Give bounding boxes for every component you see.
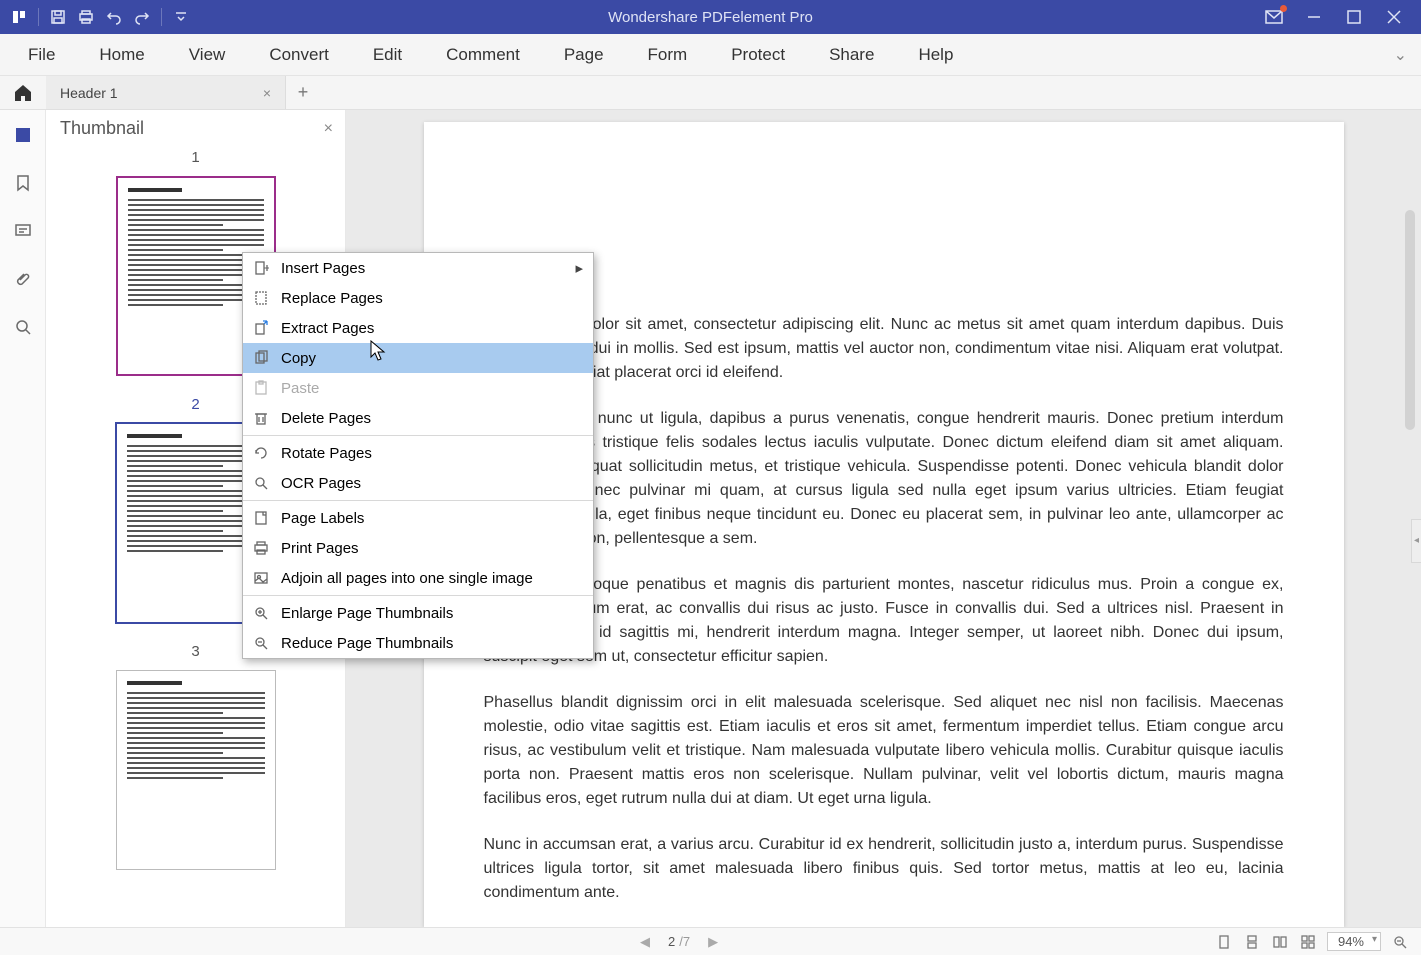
- ctx-extract-pages[interactable]: Extract Pages: [243, 313, 593, 343]
- replace-pages-icon: [251, 288, 271, 308]
- close-icon[interactable]: [1385, 8, 1403, 26]
- quick-access-dropdown-icon[interactable]: [172, 8, 190, 26]
- bookmarks-panel-icon[interactable]: [12, 172, 34, 194]
- document-paragraph: Nunc in accumsan erat, a varius arcu. Cu…: [484, 833, 1284, 905]
- thumbnail-page-3[interactable]: 3: [46, 643, 345, 870]
- document-tab[interactable]: Header 1 ×: [46, 76, 286, 109]
- zoom-out-icon[interactable]: [1391, 933, 1409, 951]
- ctx-reduce-thumbnails[interactable]: Reduce Page Thumbnails: [243, 628, 593, 658]
- total-pages: /7: [679, 934, 690, 949]
- ctx-copy[interactable]: Copy: [243, 343, 593, 373]
- document-tabs: Header 1 × +: [0, 76, 1421, 110]
- comments-panel-icon[interactable]: [12, 220, 34, 242]
- attachments-panel-icon[interactable]: [12, 268, 34, 290]
- status-bar: ◀ 2 /7 ▶ 94%: [0, 927, 1421, 955]
- document-paragraph: Lorem ipsum dolor sit amet, consectetur …: [484, 313, 1284, 385]
- thumbnail-panel-title: Thumbnail: [60, 118, 144, 139]
- ctx-enlarge-thumbnails[interactable]: Enlarge Page Thumbnails: [243, 598, 593, 628]
- multi-page-view-icon[interactable]: [1299, 933, 1317, 951]
- menu-page[interactable]: Page: [542, 45, 626, 65]
- title-bar: Wondershare PDFelement Pro: [0, 0, 1421, 34]
- menu-comment[interactable]: Comment: [424, 45, 542, 65]
- menu-protect[interactable]: Protect: [709, 45, 807, 65]
- separator: [161, 8, 162, 26]
- tab-title: Header 1: [60, 85, 118, 101]
- continuous-view-icon[interactable]: [1243, 933, 1261, 951]
- thumbnail-page-number: 2: [191, 396, 199, 413]
- undo-icon[interactable]: [105, 8, 123, 26]
- save-icon[interactable]: [49, 8, 67, 26]
- menu-help[interactable]: Help: [896, 45, 975, 65]
- print-icon[interactable]: [77, 8, 95, 26]
- two-page-view-icon[interactable]: [1271, 933, 1289, 951]
- left-rail: [0, 110, 46, 927]
- app-logo-icon: [10, 8, 28, 26]
- redo-icon[interactable]: [133, 8, 151, 26]
- separator: [243, 595, 593, 596]
- page-labels-icon: [251, 508, 271, 528]
- thumbnail-context-menu: Insert Pages ▸ Replace Pages Extract Pag…: [242, 252, 594, 659]
- separator: [38, 8, 39, 26]
- document-paragraph: Orci varius natoque penatibus et magnis …: [484, 573, 1284, 669]
- extract-pages-icon: [251, 318, 271, 338]
- menu-form[interactable]: Form: [626, 45, 710, 65]
- copy-icon: [251, 348, 271, 368]
- menu-home[interactable]: Home: [77, 45, 166, 65]
- ctx-delete-pages[interactable]: Delete Pages: [243, 403, 593, 433]
- submenu-arrow-icon: ▸: [575, 259, 583, 277]
- menu-edit[interactable]: Edit: [351, 45, 424, 65]
- ctx-print-pages[interactable]: Print Pages: [243, 533, 593, 563]
- prev-page-icon[interactable]: ◀: [640, 934, 650, 950]
- separator: [243, 500, 593, 501]
- document-scrollbar[interactable]: [1405, 210, 1415, 430]
- single-page-view-icon[interactable]: [1215, 933, 1233, 951]
- ctx-insert-pages[interactable]: Insert Pages ▸: [243, 253, 593, 283]
- ctx-ocr-pages[interactable]: OCR Pages: [243, 468, 593, 498]
- document-heading: Header 2: [484, 262, 1284, 293]
- zoom-in-icon: [251, 603, 271, 623]
- thumbnail-page-number: 1: [191, 149, 199, 166]
- thumbnail-panel-close-icon[interactable]: ×: [324, 120, 333, 138]
- paste-icon: [251, 378, 271, 398]
- notifications-icon[interactable]: [1265, 8, 1283, 26]
- document-paragraph: Morbi faucibus nunc ut ligula, dapibus a…: [484, 407, 1284, 551]
- zoom-level[interactable]: 94%: [1327, 932, 1381, 951]
- menu-file[interactable]: File: [6, 45, 77, 65]
- maximize-icon[interactable]: [1345, 8, 1363, 26]
- ocr-icon: [251, 473, 271, 493]
- ctx-paste: Paste: [243, 373, 593, 403]
- app-title: Wondershare PDFelement Pro: [608, 9, 813, 26]
- thumbnails-panel-icon[interactable]: [12, 124, 34, 146]
- home-tab-icon[interactable]: [0, 83, 46, 103]
- ctx-rotate-pages[interactable]: Rotate Pages: [243, 438, 593, 468]
- menu-bar: File Home View Convert Edit Comment Page…: [0, 34, 1421, 76]
- separator: [243, 435, 593, 436]
- print-pages-icon: [251, 538, 271, 558]
- tab-close-icon[interactable]: ×: [263, 85, 271, 101]
- page-navigator: ◀ 2 /7 ▶: [640, 934, 718, 950]
- current-page-input[interactable]: 2: [668, 934, 675, 949]
- ctx-adjoin-pages[interactable]: Adjoin all pages into one single image: [243, 563, 593, 593]
- minimize-icon[interactable]: [1305, 8, 1323, 26]
- adjoin-icon: [251, 568, 271, 588]
- search-panel-icon[interactable]: [12, 316, 34, 338]
- ribbon-collapse-icon[interactable]: ⌄: [1394, 45, 1407, 65]
- right-panel-expand-icon[interactable]: ◂: [1411, 519, 1421, 563]
- ctx-page-labels[interactable]: Page Labels: [243, 503, 593, 533]
- insert-pages-icon: [251, 258, 271, 278]
- next-page-icon[interactable]: ▶: [708, 934, 718, 950]
- new-tab-icon[interactable]: +: [286, 82, 320, 103]
- menu-view[interactable]: View: [167, 45, 248, 65]
- zoom-out-icon: [251, 633, 271, 653]
- document-paragraph: Phasellus blandit dignissim orci in elit…: [484, 691, 1284, 811]
- ctx-replace-pages[interactable]: Replace Pages: [243, 283, 593, 313]
- delete-icon: [251, 408, 271, 428]
- main-area: Thumbnail × 1 2 3: [0, 110, 1421, 927]
- thumbnail-page-number: 3: [191, 643, 199, 660]
- menu-convert[interactable]: Convert: [247, 45, 351, 65]
- menu-share[interactable]: Share: [807, 45, 896, 65]
- rotate-icon: [251, 443, 271, 463]
